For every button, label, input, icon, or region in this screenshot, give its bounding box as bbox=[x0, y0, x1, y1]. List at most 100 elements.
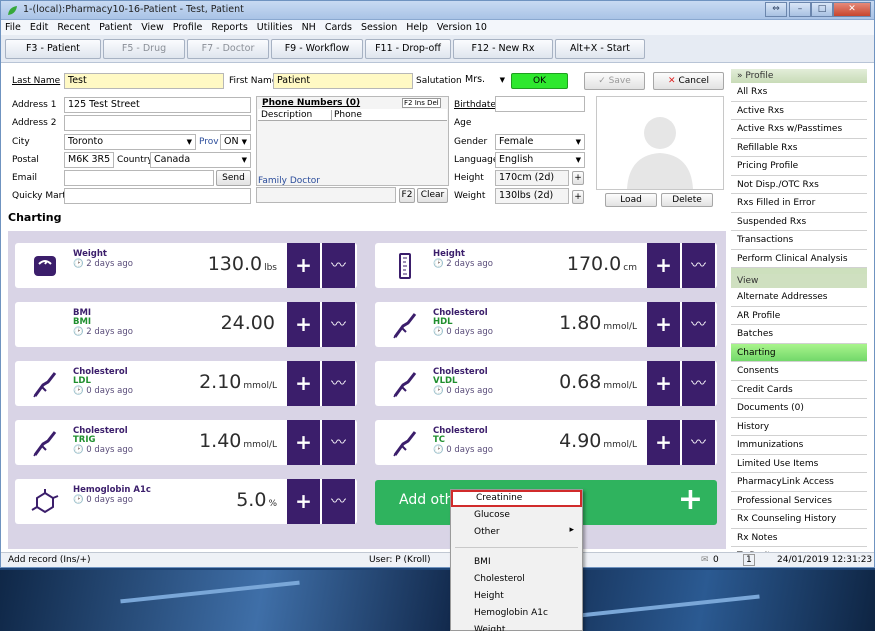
height-plus-button[interactable]: + bbox=[572, 171, 584, 185]
last-name-field[interactable]: Test bbox=[64, 73, 224, 89]
chart-card-vldl[interactable]: Cholesterol VLDL 🕑 0 days ago 0.68 mmol/L + 〰 bbox=[375, 361, 717, 406]
menu-profile[interactable]: Profile bbox=[173, 22, 203, 33]
city-field[interactable]: Toronto ▼ bbox=[64, 134, 196, 150]
menu-item-creatinine[interactable]: Creatinine bbox=[451, 490, 582, 508]
menu-help[interactable]: Help bbox=[406, 22, 428, 33]
patient-button[interactable]: F3 - Patient bbox=[5, 39, 101, 59]
sidebar-item-limited-use-items[interactable]: Limited Use Items bbox=[731, 454, 867, 473]
sidebar-item-active-rxs-w-passtimes[interactable]: Active Rxs w/Passtimes bbox=[731, 120, 867, 139]
sidebar-item-all-rxs[interactable]: All Rxs bbox=[731, 83, 867, 102]
restore-down-icon[interactable]: ⇔ bbox=[765, 2, 787, 17]
trend-graph-icon[interactable]: 〰 bbox=[682, 302, 715, 347]
workflow-button[interactable]: F9 - Workflow bbox=[271, 39, 363, 59]
height-field[interactable]: 170cm (2d) bbox=[495, 170, 569, 186]
add-reading-button[interactable]: + bbox=[287, 243, 320, 288]
chart-card-weight[interactable]: Weight 🕑 2 days ago 130.0 lbs + 〰 bbox=[15, 243, 357, 288]
menu-recent[interactable]: Recent bbox=[57, 22, 90, 33]
family-doctor-field[interactable] bbox=[256, 187, 396, 203]
trend-graph-icon[interactable]: 〰 bbox=[682, 420, 715, 465]
sidebar-item-consents[interactable]: Consents bbox=[731, 362, 867, 381]
sidebar-item-rx-notes[interactable]: Rx Notes bbox=[731, 528, 867, 547]
quicky-mart-field[interactable] bbox=[64, 188, 251, 204]
sidebar-item-ar-profile[interactable]: AR Profile bbox=[731, 306, 867, 325]
sidebar-item-rx-counseling-history[interactable]: Rx Counseling History bbox=[731, 510, 867, 529]
menu-reports[interactable]: Reports bbox=[211, 22, 247, 33]
add-reading-button[interactable]: + bbox=[287, 302, 320, 347]
trend-graph-icon[interactable]: 〰 bbox=[322, 302, 355, 347]
sidebar-item-credit-cards[interactable]: Credit Cards bbox=[731, 380, 867, 399]
birthdate-field[interactable] bbox=[495, 96, 585, 112]
address1-field[interactable]: 125 Test Street bbox=[64, 97, 251, 113]
ok-button[interactable]: OK bbox=[511, 73, 568, 89]
menu-patient[interactable]: Patient bbox=[99, 22, 132, 33]
first-name-field[interactable]: Patient bbox=[273, 73, 413, 89]
add-reading-button[interactable]: + bbox=[647, 243, 680, 288]
sidebar-item-pharmacylink-access[interactable]: PharmacyLink Access bbox=[731, 473, 867, 492]
sidebar-item-refillable-rxs[interactable]: Refillable Rxs bbox=[731, 138, 867, 157]
prov-select[interactable]: ON ▼ bbox=[220, 134, 251, 150]
menu-item-hemoglobin-a1c[interactable]: Hemoglobin A1c bbox=[451, 605, 582, 622]
sidebar-item-documents-0-[interactable]: Documents (0) bbox=[731, 399, 867, 418]
address2-field[interactable] bbox=[64, 115, 251, 131]
trend-graph-icon[interactable]: 〰 bbox=[322, 420, 355, 465]
new-rx-button[interactable]: F12 - New Rx bbox=[453, 39, 553, 59]
menu-item-other[interactable]: Other bbox=[451, 524, 582, 541]
chart-card-hdl[interactable]: Cholesterol HDL 🕑 0 days ago 1.80 mmol/L + 〰 bbox=[375, 302, 717, 347]
cancel-button[interactable]: ✕ Cancel bbox=[653, 72, 724, 90]
view-section-header[interactable]: View bbox=[731, 274, 867, 288]
sidebar-item-immunizations[interactable]: Immunizations bbox=[731, 436, 867, 455]
profile-section-header[interactable]: » Profile bbox=[731, 69, 867, 83]
maximize-button[interactable]: □ bbox=[811, 2, 833, 17]
add-reading-button[interactable]: + bbox=[647, 302, 680, 347]
sidebar-item-rxs-filled-in-error[interactable]: Rxs Filled in Error bbox=[731, 194, 867, 213]
minimize-button[interactable]: – bbox=[789, 2, 811, 17]
send-button[interactable]: Send bbox=[216, 170, 251, 186]
sidebar-item-professional-services[interactable]: Professional Services bbox=[731, 491, 867, 510]
gender-select[interactable]: Female ▼ bbox=[495, 134, 585, 150]
trend-graph-icon[interactable]: 〰 bbox=[322, 243, 355, 288]
menu-edit[interactable]: Edit bbox=[30, 22, 48, 33]
menu-nh[interactable]: NH bbox=[302, 22, 316, 33]
postal-field[interactable]: M6K 3R5 bbox=[64, 152, 114, 168]
menu-item-cholesterol[interactable]: Cholesterol bbox=[451, 571, 582, 588]
family-doctor-f2-button[interactable]: F2 bbox=[399, 188, 415, 203]
chart-card-tc[interactable]: Cholesterol TC 🕑 0 days ago 4.90 mmol/L + 〰 bbox=[375, 420, 717, 465]
trend-graph-icon[interactable]: 〰 bbox=[682, 361, 715, 406]
chart-card-hemoglobin-a1c[interactable]: Hemoglobin A1c 🕑 0 days ago 5.0% + 〰 bbox=[15, 479, 357, 524]
menu-view[interactable]: View bbox=[141, 22, 164, 33]
start-button[interactable]: Alt+X - Start bbox=[555, 39, 645, 59]
menu-version-10[interactable]: Version 10 bbox=[437, 22, 487, 33]
menu-item-weight[interactable]: Weight bbox=[451, 622, 582, 631]
delete-photo-button[interactable]: Delete bbox=[661, 193, 713, 207]
dropoff-button[interactable]: F11 - Drop-off bbox=[365, 39, 451, 59]
menu-item-height[interactable]: Height bbox=[451, 588, 582, 605]
salutation-select[interactable]: Mrs. ▼ bbox=[462, 73, 508, 89]
sidebar-item-charting[interactable]: Charting bbox=[731, 343, 867, 362]
sidebar-item-pricing-profile[interactable]: Pricing Profile bbox=[731, 157, 867, 176]
trend-graph-icon[interactable]: 〰 bbox=[682, 243, 715, 288]
email-field[interactable] bbox=[64, 170, 214, 186]
chart-card-ldl[interactable]: Cholesterol LDL 🕑 0 days ago 2.10 mmol/L + 〰 bbox=[15, 361, 357, 406]
clear-button[interactable]: Clear bbox=[417, 188, 448, 203]
sidebar-item-not-disp-otc-rxs[interactable]: Not Disp./OTC Rxs bbox=[731, 175, 867, 194]
sidebar-item-transactions[interactable]: Transactions bbox=[731, 231, 867, 250]
add-reading-button[interactable]: + bbox=[287, 479, 320, 524]
phone-toolbar-buttons[interactable]: F2 Ins Del bbox=[402, 98, 441, 108]
add-reading-button[interactable]: + bbox=[647, 361, 680, 406]
weight-plus-button[interactable]: + bbox=[572, 190, 584, 204]
chart-card-trig[interactable]: Cholesterol TRIG 🕑 0 days ago 1.40 mmol/L + 〰 bbox=[15, 420, 357, 465]
language-select[interactable]: English ▼ bbox=[495, 152, 585, 168]
sidebar-item-suspended-rxs[interactable]: Suspended Rxs bbox=[731, 212, 867, 231]
sidebar-item-batches[interactable]: Batches bbox=[731, 325, 867, 344]
chart-card-bmi[interactable]: BMI BMI 🕑 2 days ago 24.00 + 〰 bbox=[15, 302, 357, 347]
save-button[interactable]: ✓ Save bbox=[584, 72, 645, 90]
sidebar-item-active-rxs[interactable]: Active Rxs bbox=[731, 101, 867, 120]
chart-card-height[interactable]: Height 🕑 2 days ago 170.0 cm + 〰 bbox=[375, 243, 717, 288]
trend-graph-icon[interactable]: 〰 bbox=[322, 361, 355, 406]
doctor-button[interactable]: F7 - Doctor bbox=[187, 39, 269, 59]
sidebar-item-alternate-addresses[interactable]: Alternate Addresses bbox=[731, 288, 867, 307]
country-select[interactable]: Canada ▼ bbox=[150, 152, 251, 168]
menu-session[interactable]: Session bbox=[361, 22, 397, 33]
weight-field[interactable]: 130lbs (2d) bbox=[495, 188, 569, 204]
add-reading-button[interactable]: + bbox=[287, 361, 320, 406]
